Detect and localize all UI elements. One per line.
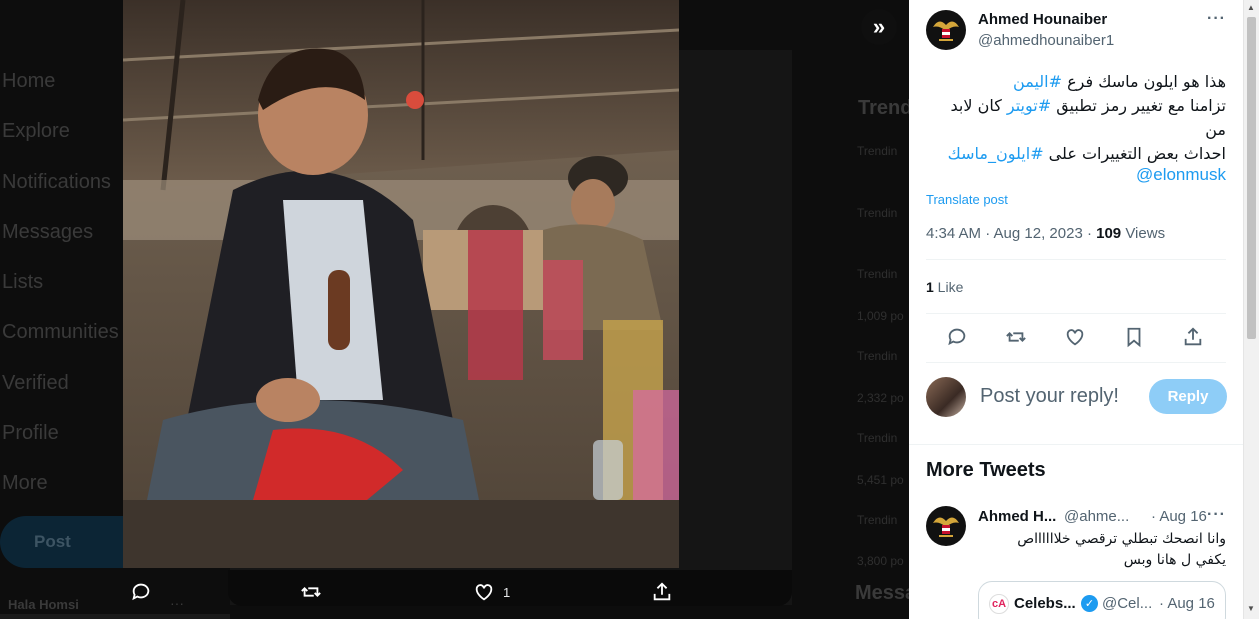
- tweet-text-line: احداث بعض التغييرات على #ايلون_ماسك: [926, 142, 1226, 166]
- more-tweet-text-line: وانا انصحك تبطلي ترقصي خلااااااص: [1017, 531, 1226, 547]
- trend-line: Trendin: [857, 206, 898, 220]
- background-user-name: Hala Homsi: [8, 597, 79, 612]
- likes-count: 1: [926, 279, 934, 295]
- trend-line: 5,451 po: [857, 473, 904, 487]
- like-icon: [475, 584, 493, 601]
- divider: [926, 362, 1226, 363]
- tweet-detail-panel: Ahmed Hounaiber @ahmedhounaiber1 ··· هذا…: [909, 0, 1243, 619]
- media-action-bar: 1: [120, 572, 690, 612]
- tweet-text: هذا هو ايلون ماسك فرع #اليمن تزامنا مع ت…: [926, 70, 1226, 166]
- tweet-text-line: تزامنا مع تغيير رمز تطبيق #تويتر كان لاب…: [926, 94, 1227, 142]
- nav-profile: Profile: [2, 422, 59, 444]
- more-tweet-more-icon[interactable]: ···: [1207, 506, 1226, 524]
- divider: [926, 313, 1226, 314]
- hashtag-link[interactable]: #اليمن: [1013, 72, 1062, 91]
- nav-home: Home: [2, 70, 56, 92]
- trend-line: 3,800 po: [857, 554, 904, 568]
- media-like-button[interactable]: 1: [473, 572, 510, 612]
- trend-line: Trendin: [857, 431, 898, 445]
- share-icon: [653, 582, 671, 601]
- trend-line: Trendin: [857, 267, 898, 281]
- author-avatar[interactable]: [926, 10, 966, 50]
- tweet-text-segment: هذا هو ايلون ماسك فرع: [1062, 72, 1226, 91]
- trend-line: Trendin: [857, 144, 898, 158]
- quoted-date: · Aug 16: [1159, 595, 1215, 612]
- messages-drawer-title: Messa: [855, 582, 917, 604]
- views-count: 109: [1096, 225, 1122, 242]
- more-tweet-text-line: يكفي ل هانا وبس: [1123, 552, 1226, 568]
- tweet-text-line: هذا هو ايلون ماسك فرع #اليمن: [926, 70, 1226, 94]
- scroll-up-arrow-icon[interactable]: ▲: [1247, 3, 1255, 12]
- quoted-author-name: Celebs...: [1014, 595, 1076, 612]
- tweet-timestamp[interactable]: 4:34 AM · Aug 12, 2023 ·: [926, 225, 1096, 242]
- scroll-thumb[interactable]: [1247, 17, 1256, 339]
- media-like-count: 1: [503, 584, 511, 600]
- nav-communities: Communities: [2, 321, 119, 343]
- section-divider: [909, 444, 1243, 445]
- tweet-more-icon[interactable]: ···: [1207, 10, 1226, 28]
- retweet-icon[interactable]: [1005, 326, 1027, 348]
- author-name[interactable]: Ahmed Hounaiber: [978, 11, 1107, 28]
- bookmark-icon[interactable]: [1123, 326, 1145, 348]
- scroll-down-arrow-icon[interactable]: ▼: [1247, 604, 1255, 613]
- quoted-tweet-card[interactable]: cA Celebs... ✓ @Cel... · Aug 16: [978, 581, 1226, 619]
- retweet-icon: [301, 587, 321, 597]
- trend-line: 2,332 po: [857, 391, 904, 405]
- background-divider: [0, 614, 230, 619]
- tweet-action-bar: [926, 318, 1226, 356]
- tweet-photo[interactable]: [123, 0, 679, 568]
- trends-title: Trend: [858, 97, 913, 119]
- hashtag-link[interactable]: #تويتر: [1007, 96, 1051, 115]
- reply-icon: [132, 583, 150, 601]
- more-tweet-avatar[interactable]: [926, 506, 966, 546]
- current-user-avatar: [926, 377, 966, 417]
- expand-panel-button[interactable]: »: [861, 9, 897, 45]
- tweet-text-segment: احداث بعض التغييرات على: [1043, 144, 1226, 163]
- more-tweets-title: More Tweets: [926, 459, 1046, 481]
- tweet-meta: 4:34 AM · Aug 12, 2023 · 109 Views: [926, 225, 1165, 242]
- nav-messages: Messages: [2, 221, 94, 243]
- likes-label: Like: [933, 279, 964, 295]
- verified-badge-icon: ✓: [1081, 595, 1098, 612]
- media-share-button[interactable]: [651, 572, 673, 612]
- nav-notifications: Notifications: [2, 171, 111, 193]
- media-reply-button[interactable]: [130, 572, 152, 612]
- translate-post-link[interactable]: Translate post: [926, 192, 1008, 207]
- mention-link[interactable]: @elonmusk: [926, 165, 1226, 185]
- media-retweet-button[interactable]: [300, 572, 322, 612]
- background-trends: Trend Trendin Trendin Trendin 1,009 po T…: [840, 0, 916, 619]
- more-tweet-author-name[interactable]: Ahmed H...: [978, 508, 1056, 525]
- quoted-avatar-logo-icon: cA: [989, 594, 1009, 614]
- panel-scrollbar[interactable]: ▲ ▼: [1243, 0, 1259, 619]
- likes-summary[interactable]: 1 Like: [926, 279, 963, 295]
- more-tweet-author-handle[interactable]: @ahme...: [1064, 508, 1129, 525]
- share-icon[interactable]: [1182, 326, 1204, 348]
- eagle-emblem-icon: [933, 21, 959, 41]
- tweet-text-segment: تزامنا مع تغيير رمز تطبيق: [1051, 96, 1226, 115]
- trend-line: Trendin: [857, 513, 898, 527]
- divider: [926, 259, 1226, 260]
- nav-verified: Verified: [2, 372, 69, 394]
- double-chevron-right-icon: »: [872, 14, 886, 39]
- trend-line: 1,009 po: [857, 309, 904, 323]
- nav-lists: Lists: [2, 271, 44, 293]
- reply-icon[interactable]: [946, 326, 968, 348]
- photo-illustration: [123, 0, 679, 568]
- reply-input[interactable]: Post your reply!: [980, 385, 1119, 408]
- trend-line: Trendin: [857, 349, 898, 363]
- more-tweet-date[interactable]: · Aug 16: [1151, 508, 1207, 525]
- hashtag-link[interactable]: #ايلون_ماسك: [948, 144, 1044, 163]
- views-label: Views: [1121, 225, 1166, 242]
- author-handle[interactable]: @ahmedhounaiber1: [978, 32, 1114, 49]
- quoted-author-handle: @Cel...: [1102, 595, 1153, 612]
- nav-more: More: [2, 472, 48, 494]
- nav-explore: Explore: [2, 120, 70, 142]
- more-tweet-text: وانا انصحك تبطلي ترقصي خلااااااص يكفي ل …: [978, 529, 1226, 571]
- reply-button[interactable]: Reply: [1149, 379, 1227, 414]
- eagle-emblem-icon: [933, 517, 959, 537]
- like-icon[interactable]: [1064, 326, 1086, 348]
